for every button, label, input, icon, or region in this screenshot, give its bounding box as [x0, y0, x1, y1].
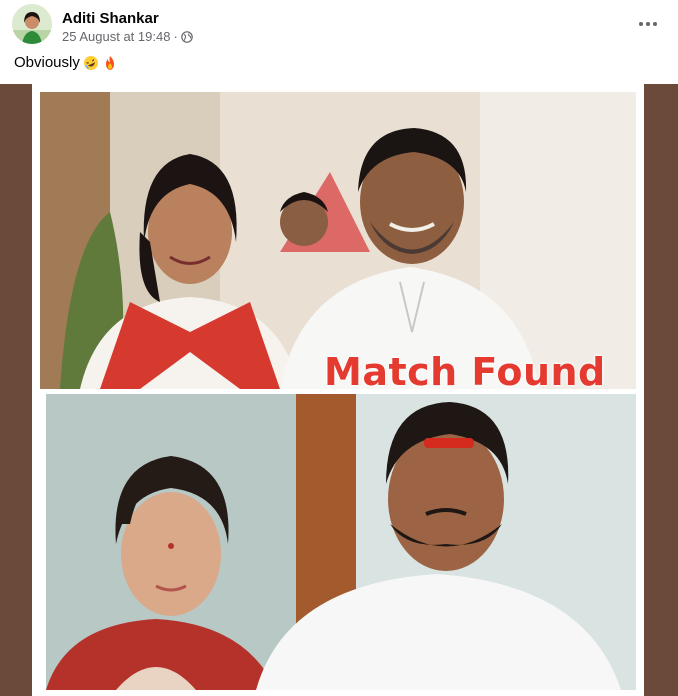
- more-options-button[interactable]: [634, 10, 662, 38]
- post-meta: 25 August at 19:48 ·: [62, 29, 193, 44]
- match-found-label: Match Found: [324, 350, 606, 394]
- post-timestamp[interactable]: 25 August at 19:48: [62, 29, 170, 44]
- post-media[interactable]: Match Found: [0, 84, 678, 696]
- post-caption: Obviously: [14, 54, 118, 71]
- top-photo: [40, 92, 636, 389]
- fire-emoji: [105, 55, 114, 70]
- author-name[interactable]: Aditi Shankar: [62, 10, 159, 27]
- facebook-post: Aditi Shankar 25 August at 19:48 · Obvio…: [0, 0, 678, 696]
- meme-image: Match Found: [32, 84, 644, 696]
- top-photo-illustration: [40, 92, 636, 389]
- meta-separator: ·: [173, 29, 178, 44]
- author-avatar[interactable]: [12, 4, 52, 44]
- bottom-photo: [46, 394, 636, 690]
- avatar-image: [12, 4, 52, 44]
- more-options-icon: [639, 22, 657, 26]
- rolling-on-floor-laughing-emoji: [83, 55, 98, 70]
- post-header: Aditi Shankar 25 August at 19:48 ·: [12, 4, 666, 48]
- caption-text: Obviously: [14, 54, 80, 71]
- bottom-photo-illustration: [46, 394, 636, 690]
- globe-icon[interactable]: [180, 30, 193, 43]
